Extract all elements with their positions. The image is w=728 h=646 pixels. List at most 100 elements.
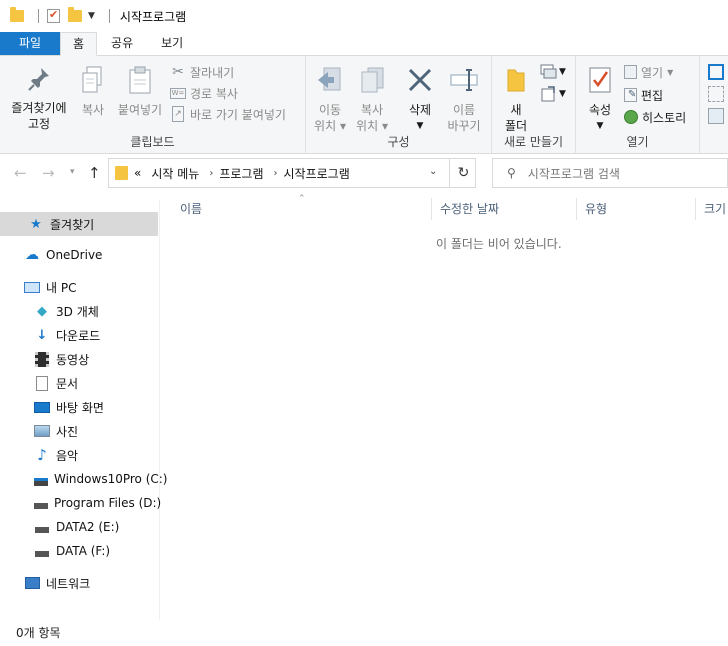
new-group-label: 새로 만들기	[503, 135, 563, 149]
open-button[interactable]: 열기 ▼	[624, 62, 673, 82]
open-dropdown-icon: ▼	[667, 67, 674, 77]
refresh-icon[interactable]: ↻	[449, 159, 477, 187]
paste-button[interactable]: 붙여넣기	[114, 66, 166, 118]
nav-onedrive[interactable]: ☁ OneDrive	[0, 243, 158, 267]
easy-access-button[interactable]: ▼	[540, 86, 566, 102]
new-folder-icon	[507, 69, 525, 92]
nav-drive-d[interactable]: Program Files (D:)	[0, 491, 161, 515]
select-none-icon[interactable]	[708, 86, 724, 102]
nav-downloads[interactable]: ↓ 다운로드	[0, 323, 158, 347]
cloud-icon: ☁	[25, 247, 39, 263]
column-divider[interactable]	[695, 198, 696, 220]
pin-quick-access-button[interactable]: 즐겨찾기에 고정	[6, 66, 72, 132]
column-divider[interactable]	[431, 198, 432, 220]
nav-this-pc[interactable]: 내 PC	[0, 275, 158, 299]
select-all-icon[interactable]	[708, 64, 724, 80]
edit-button[interactable]: ✎ 편집	[624, 85, 663, 105]
tab-home[interactable]: 홈	[60, 32, 98, 56]
delete-button[interactable]: 삭제 ▼	[400, 66, 440, 134]
history-button[interactable]: 히스토리	[624, 107, 686, 127]
move-to-label-line2: 위치 ▾	[314, 119, 346, 133]
film-icon	[34, 351, 50, 367]
open-group: 속성 ▼ 열기 ▼ ✎ 편집 히스토리 열기	[576, 56, 700, 154]
organize-group: 이동 위치 ▾ 복사 위치 ▾ 삭제 ▼ 이름 바꾸기 구성	[306, 56, 492, 154]
forward-arrow-icon[interactable]: →	[42, 164, 55, 182]
copy-button[interactable]: 복사	[76, 66, 110, 118]
properties-dropdown-icon[interactable]: ▼	[580, 118, 620, 134]
new-folder-label-line2: 폴더	[504, 119, 528, 133]
address-dropdown-icon[interactable]: ⌄	[429, 166, 437, 177]
breadcrumb-chevron-icon[interactable]: ›	[209, 168, 213, 179]
properties-button[interactable]: 속성 ▼	[580, 66, 620, 134]
pin-label-line1: 즐겨찾기에	[11, 101, 67, 115]
nav-drive-e[interactable]: DATA2 (E:)	[0, 515, 158, 539]
recent-locations-chevron-icon[interactable]: ▾	[70, 167, 75, 177]
easy-access-icon	[541, 86, 555, 102]
breadcrumb-programs[interactable]: 프로그램	[219, 165, 263, 182]
copy-path-label: 경로 복사	[190, 86, 238, 101]
new-item-dropdown-icon: ▼	[559, 67, 566, 77]
empty-folder-message: 이 폴더는 비어 있습니다.	[436, 237, 562, 251]
breadcrumb-chevron-icon[interactable]: ›	[274, 168, 278, 179]
new-folder-button[interactable]: 새 폴더	[496, 66, 536, 134]
picture-icon	[34, 423, 50, 439]
search-box[interactable]: ⚲ 시작프로그램 검색	[492, 158, 728, 188]
invert-selection-icon[interactable]	[708, 108, 724, 124]
open-label: 열기	[641, 65, 664, 80]
breadcrumb-startup[interactable]: 시작프로그램	[284, 165, 350, 182]
properties-icon	[589, 67, 611, 93]
back-arrow-icon[interactable]: ←	[14, 164, 27, 182]
copy-to-label-line2: 위치 ▾	[356, 119, 388, 133]
music-note-icon: ♪	[37, 446, 47, 464]
copy-path-icon: W=	[170, 88, 186, 99]
nav-desktop[interactable]: 바탕 화면	[0, 395, 158, 419]
delete-dropdown-icon[interactable]: ▼	[400, 118, 440, 134]
new-item-button[interactable]: ▼	[540, 64, 566, 80]
properties-label: 속성	[588, 103, 612, 117]
breadcrumb-start-menu[interactable]: 시작 메뉴	[151, 165, 199, 182]
nav-documents[interactable]: 문서	[0, 371, 158, 395]
column-divider[interactable]	[576, 198, 577, 220]
qat-separator	[108, 9, 110, 23]
tab-view[interactable]: 보기	[147, 32, 197, 55]
address-overflow[interactable]: «	[134, 166, 141, 180]
new-folder-qat-icon[interactable]	[68, 7, 82, 22]
nav-videos[interactable]: 동영상	[0, 347, 158, 371]
nav-network[interactable]: 네트워크	[0, 571, 158, 595]
ribbon-tabs: 파일 홈 공유 보기	[0, 32, 728, 56]
nav-pictures[interactable]: 사진	[0, 419, 158, 443]
easy-access-dropdown-icon: ▼	[559, 89, 566, 99]
nav-3d-objects[interactable]: ◆ 3D 개체	[0, 299, 158, 323]
paste-shortcut-icon: ↗	[172, 106, 184, 122]
rename-button[interactable]: 이름 바꾸기	[442, 66, 486, 134]
properties-qat-icon[interactable]	[47, 8, 60, 23]
window-title: 시작프로그램	[119, 9, 187, 24]
column-name[interactable]: 이름	[180, 198, 202, 220]
organize-group-label: 구성	[387, 135, 410, 149]
tab-file[interactable]: 파일	[0, 32, 60, 55]
column-date-modified[interactable]: 수정한 날짜	[440, 198, 499, 220]
nav-quick-access[interactable]: ★ 즐겨찾기	[0, 212, 158, 236]
column-size[interactable]: 크기	[704, 198, 728, 220]
address-folder-icon	[115, 166, 128, 180]
copy-label: 복사	[81, 103, 105, 117]
cut-button[interactable]: ✂ 잘라내기	[170, 62, 234, 82]
sort-up-icon: ⌃	[298, 194, 306, 204]
paste-shortcut-button[interactable]: ↗ 바로 가기 붙여넣기	[170, 104, 286, 124]
new-group: 새 폴더 ▼ ▼ 새로 만들기	[492, 56, 576, 154]
nav-music[interactable]: ♪ 음악	[0, 443, 158, 467]
title-bar: ▼ 시작프로그램	[0, 0, 728, 32]
tab-share[interactable]: 공유	[97, 32, 147, 55]
address-bar[interactable]: « 시작 메뉴 › 프로그램 › 시작프로그램 ⌄ ↻	[108, 158, 476, 188]
drive-icon	[34, 519, 50, 535]
up-arrow-icon[interactable]: ↑	[88, 164, 101, 182]
delete-label: 삭제	[408, 103, 432, 117]
nav-drive-f[interactable]: DATA (F:)	[0, 539, 158, 563]
column-type[interactable]: 유형	[585, 198, 607, 220]
select-group	[708, 64, 724, 124]
customize-qat-chevron-icon[interactable]: ▼	[88, 11, 95, 21]
copy-path-button[interactable]: W= 경로 복사	[170, 83, 238, 103]
copy-to-button[interactable]: 복사 위치 ▾	[352, 66, 392, 134]
nav-drive-c[interactable]: Windows10Pro (C:)	[0, 467, 167, 491]
move-to-button[interactable]: 이동 위치 ▾	[310, 66, 350, 134]
